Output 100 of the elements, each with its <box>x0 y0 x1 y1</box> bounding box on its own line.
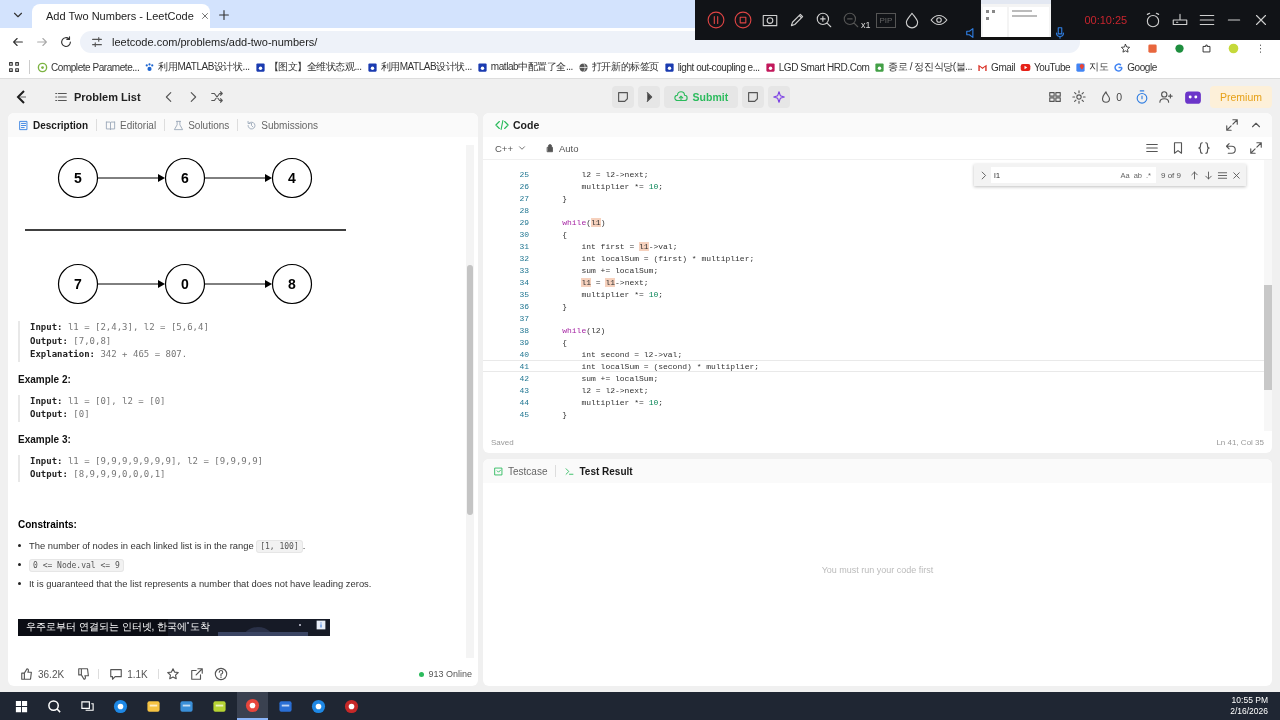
bookmark[interactable]: 종로 / 정진식당(불... <box>872 58 975 76</box>
format-button[interactable] <box>1145 141 1159 155</box>
expand-button[interactable] <box>1249 141 1263 155</box>
share-button[interactable] <box>189 667 204 681</box>
zoom-in-button[interactable] <box>815 11 833 29</box>
notes-button[interactable] <box>742 86 765 108</box>
chrome-icon[interactable] <box>245 697 260 713</box>
settings-button[interactable] <box>1072 90 1087 104</box>
timer-button[interactable] <box>1134 90 1149 104</box>
like-button[interactable]: 36.2K <box>14 666 71 682</box>
comments-button[interactable]: 1.1K <box>103 666 154 682</box>
scrollbar-thumb[interactable] <box>467 265 473 515</box>
problem-list-button[interactable]: Problem List <box>48 89 147 105</box>
scrollbar-thumb[interactable] <box>1264 285 1272 390</box>
search-icon[interactable] <box>47 698 62 714</box>
close-find-button[interactable] <box>1231 169 1242 181</box>
panel-tab[interactable]: Testcase <box>489 463 552 479</box>
paw-icon <box>663 61 675 73</box>
edge-icon[interactable] <box>113 698 128 714</box>
line-number: 29 <box>518 217 530 227</box>
line-number: 44 <box>518 397 530 407</box>
reset-button[interactable] <box>1223 141 1237 155</box>
braces-button[interactable] <box>1197 141 1211 155</box>
run-button[interactable] <box>637 86 660 108</box>
bookmark[interactable]: Google <box>1111 59 1159 75</box>
code-line: int localSum = (second) * multiplier; <box>580 361 760 371</box>
record-icon[interactable] <box>311 698 326 714</box>
example-line: Input: l1 = [9,9,9,9,9,9,9], l2 = [9,9,9,9] <box>30 454 264 468</box>
extension-icon[interactable] <box>1174 43 1185 54</box>
mail-icon[interactable] <box>278 698 293 714</box>
bookmark[interactable]: LGD Smart HRD.Com <box>762 59 872 75</box>
debug-button[interactable] <box>611 86 634 108</box>
pencil-button[interactable] <box>788 11 806 29</box>
add-person-button[interactable] <box>1158 90 1173 104</box>
puzzle-icon[interactable] <box>1201 43 1212 54</box>
bookmark[interactable]: YouTube <box>1018 59 1073 75</box>
info-icon[interactable] <box>316 619 326 630</box>
note-icon <box>746 90 761 104</box>
panel-tab[interactable]: Editorial <box>101 117 161 133</box>
line-number: 33 <box>518 265 530 275</box>
code-line: sum += localSum; <box>580 265 659 275</box>
dislike-button[interactable] <box>77 667 92 681</box>
zoom-out-button[interactable] <box>842 11 860 29</box>
panel-tab[interactable]: Solutions <box>169 117 234 133</box>
previous-match-button[interactable] <box>1189 169 1200 181</box>
streak-counter[interactable]: 0 <box>1093 89 1128 105</box>
code-line: { <box>561 229 567 239</box>
app-icon[interactable] <box>344 698 359 714</box>
bookmark[interactable]: matlab中配置了全... <box>474 58 575 76</box>
fullscreen-button[interactable] <box>1225 118 1239 132</box>
tune-icon[interactable] <box>90 35 104 49</box>
bookmark[interactable]: 【图文】全维状态观... <box>252 58 364 76</box>
shuffle-button[interactable] <box>209 90 224 104</box>
panel-tab[interactable]: Test Result <box>560 463 637 479</box>
bookmark[interactable]: Gmail <box>975 59 1017 75</box>
save-status: Saved <box>491 437 514 447</box>
zoom-level: x1 <box>861 20 871 30</box>
bookmark-star-button[interactable] <box>1120 43 1131 54</box>
auto-mode-button[interactable]: Auto <box>538 141 585 155</box>
panel-tab[interactable]: Submissions <box>242 117 322 133</box>
browser-tab[interactable]: Add Two Numbers - LeetCode <box>32 4 210 28</box>
bookmark[interactable]: 利用MATLAB设计状... <box>364 58 474 76</box>
circle-icon <box>37 61 48 73</box>
line-number: 36 <box>518 301 530 311</box>
next-match-button[interactable] <box>1203 169 1214 181</box>
code-line: int first = l1->val; <box>580 241 678 251</box>
avatar[interactable] <box>1183 88 1202 106</box>
code-tab[interactable]: Code <box>489 117 546 133</box>
windows-start-icon[interactable] <box>14 698 29 714</box>
close-icon[interactable] <box>199 11 210 21</box>
layers-icon[interactable] <box>212 698 227 714</box>
language-select[interactable]: C++ <box>489 141 533 155</box>
checkbox-icon <box>493 465 504 477</box>
arrow <box>97 280 165 288</box>
extension-icon[interactable] <box>1147 43 1158 54</box>
ai-button[interactable] <box>768 86 791 108</box>
arrow <box>204 174 272 182</box>
new-tab-button[interactable] <box>217 8 231 22</box>
bookmark[interactable]: 지도 <box>1073 58 1111 76</box>
line-number: 27 <box>518 193 530 203</box>
bookmark[interactable]: light out-coupling e... <box>661 59 762 75</box>
find-in-selection-button[interactable] <box>1217 169 1228 181</box>
apps-button[interactable] <box>7 60 21 74</box>
bookmark[interactable]: Complete Paramete... <box>35 59 142 75</box>
folder-icon[interactable] <box>146 698 161 714</box>
store-icon[interactable] <box>179 698 194 714</box>
stop-button[interactable] <box>734 11 752 29</box>
back-button[interactable] <box>11 35 25 49</box>
pause-button[interactable] <box>707 11 725 29</box>
bookmark-button[interactable] <box>1171 141 1185 155</box>
code-line: while(l1) <box>561 217 606 227</box>
task-view-icon[interactable] <box>80 698 95 714</box>
help-button[interactable] <box>213 667 228 681</box>
code-line: sum += localSum; <box>580 373 659 383</box>
bookmark[interactable]: 利用MATLAB设计状... <box>142 58 252 76</box>
reload-button[interactable] <box>59 35 73 49</box>
layout-button[interactable] <box>1048 90 1063 104</box>
bookmark[interactable]: 打开新的标签页 <box>575 58 661 76</box>
favorite-button[interactable] <box>165 667 180 681</box>
panel-tab[interactable]: Description <box>14 117 92 133</box>
